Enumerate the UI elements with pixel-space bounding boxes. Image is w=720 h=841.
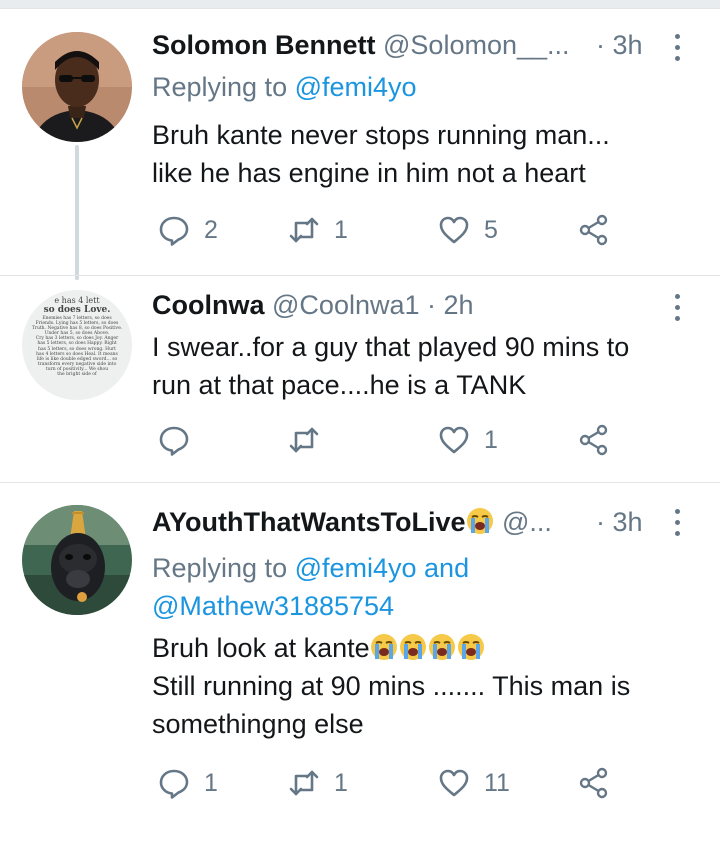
retweet-icon: [289, 770, 319, 796]
retweet-icon: [289, 217, 319, 243]
avatar[interactable]: e has 4 lett so does Love. Enemies has 7…: [22, 290, 132, 400]
crying-face-emoji: [370, 634, 397, 660]
user-handle[interactable]: @Coolnwa1: [272, 290, 420, 320]
tweet-text-line: like he has engine in him not a heart: [152, 158, 586, 188]
reply-icon: [159, 216, 189, 246]
like-icon: [439, 216, 469, 244]
tweet-text: Bruh look at kante Still running at 90 m…: [152, 629, 630, 743]
tweet-actions: 2 1 5: [152, 210, 632, 250]
like-count: 1: [484, 425, 498, 454]
timestamp[interactable]: · 3h: [596, 30, 643, 60]
crying-face-emoji: [457, 634, 484, 660]
tweet-header: Coolnwa @Coolnwa1 · 2h: [152, 290, 474, 321]
reply-count: 2: [204, 215, 218, 244]
tweet-text-line: run at that pace....he is a TANK: [152, 370, 527, 400]
like-count: 5: [484, 215, 498, 244]
reply-button[interactable]: 2: [158, 210, 218, 250]
display-name[interactable]: AYouthThatWantsToLive: [152, 507, 495, 537]
like-count: 11: [484, 768, 510, 797]
user-handle[interactable]: @...: [502, 507, 552, 537]
tweet-actions: 1: [152, 420, 632, 460]
avatar-text: e has 4 lett: [54, 296, 100, 305]
reply-icon: [159, 426, 189, 456]
tweet-solomon[interactable]: Solomon Bennett @Solomon__... · 3h Reply…: [0, 0, 720, 280]
display-name-text: AYouthThatWantsToLive: [152, 507, 466, 537]
tweet-actions: 1 1 11: [152, 763, 632, 803]
user-handle[interactable]: @Solomon__...: [383, 30, 570, 60]
retweet-count: 1: [334, 215, 348, 244]
tweet-text-span: Bruh look at kante: [152, 633, 370, 663]
timestamp[interactable]: · 3h: [596, 507, 643, 537]
timestamp-wrap: · 3h: [596, 30, 643, 61]
avatar-text: has 5 letters, so does wrong. Hurt: [38, 346, 116, 352]
retweet-icon: [289, 427, 319, 453]
like-button[interactable]: 11: [438, 763, 510, 803]
avatar-text: the bright side of: [57, 372, 97, 378]
display-name[interactable]: Coolnwa: [152, 290, 265, 320]
avatar-text: has 5 letters, so does Happy. Right: [37, 341, 117, 347]
display-name[interactable]: Solomon Bennett: [152, 30, 376, 60]
tweet-text-line: Bruh kante never stops running man...: [152, 120, 610, 150]
thread-line: [75, 145, 79, 280]
crying-face-emoji: [428, 634, 455, 660]
tweet-text-line: I swear..for a guy that played 90 mins t…: [152, 332, 630, 362]
more-icon[interactable]: [672, 34, 682, 70]
share-button[interactable]: [578, 210, 610, 250]
more-icon[interactable]: [672, 509, 682, 545]
tweet-text-line: Bruh look at kante: [152, 629, 630, 667]
mention-link[interactable]: @femi4yo and: [295, 553, 470, 583]
tweet-header: AYouthThatWantsToLive @...: [152, 507, 552, 538]
mention-link[interactable]: @femi4yo: [295, 72, 417, 102]
avatar-text: so does Love.: [43, 305, 111, 316]
reply-icon: [159, 769, 189, 799]
timestamp[interactable]: · 2h: [427, 290, 474, 320]
tweet-text: Bruh kante never stops running man... li…: [152, 116, 610, 192]
tweet-coolnwa[interactable]: e has 4 lett so does Love. Enemies has 7…: [0, 276, 720, 482]
retweet-button[interactable]: 1: [288, 210, 348, 250]
share-button[interactable]: [578, 763, 610, 803]
reply-button[interactable]: 1: [158, 763, 218, 803]
tweet-header: Solomon Bennett @Solomon__...: [152, 30, 570, 61]
reply-button[interactable]: [158, 420, 190, 460]
reply-count: 1: [204, 768, 218, 797]
like-button[interactable]: 5: [438, 210, 498, 250]
share-icon: [579, 214, 608, 246]
share-icon: [579, 767, 608, 799]
crying-emojis: [370, 633, 486, 663]
tweet-text: I swear..for a guy that played 90 mins t…: [152, 328, 629, 404]
retweet-button[interactable]: [288, 420, 320, 460]
like-icon: [439, 769, 469, 797]
replying-to: Replying to @femi4yo and @Mathew31885754: [152, 549, 469, 625]
replying-to: Replying to @femi4yo: [152, 72, 417, 103]
replying-to-label: Replying to: [152, 553, 295, 583]
crying-face-emoji: [399, 634, 426, 660]
crying-face-emoji: [466, 508, 493, 534]
like-button[interactable]: 1: [438, 420, 498, 460]
timestamp-wrap: · 3h: [596, 507, 643, 538]
tweet-text-line: Still running at 90 mins ....... This ma…: [152, 671, 631, 701]
tweet-text-line: somethingng else: [152, 709, 364, 739]
share-icon: [579, 424, 608, 456]
tweet-ayouth[interactable]: AYouthThatWantsToLive @... · 3h Replying…: [0, 483, 720, 841]
retweet-count: 1: [334, 768, 348, 797]
retweet-button[interactable]: 1: [288, 763, 348, 803]
replying-to-label: Replying to: [152, 72, 295, 102]
avatar[interactable]: [22, 505, 132, 615]
mention-link[interactable]: @Mathew31885754: [152, 591, 394, 621]
share-button[interactable]: [578, 420, 610, 460]
avatar[interactable]: [22, 32, 132, 142]
like-icon: [439, 426, 469, 454]
more-icon[interactable]: [672, 294, 682, 330]
